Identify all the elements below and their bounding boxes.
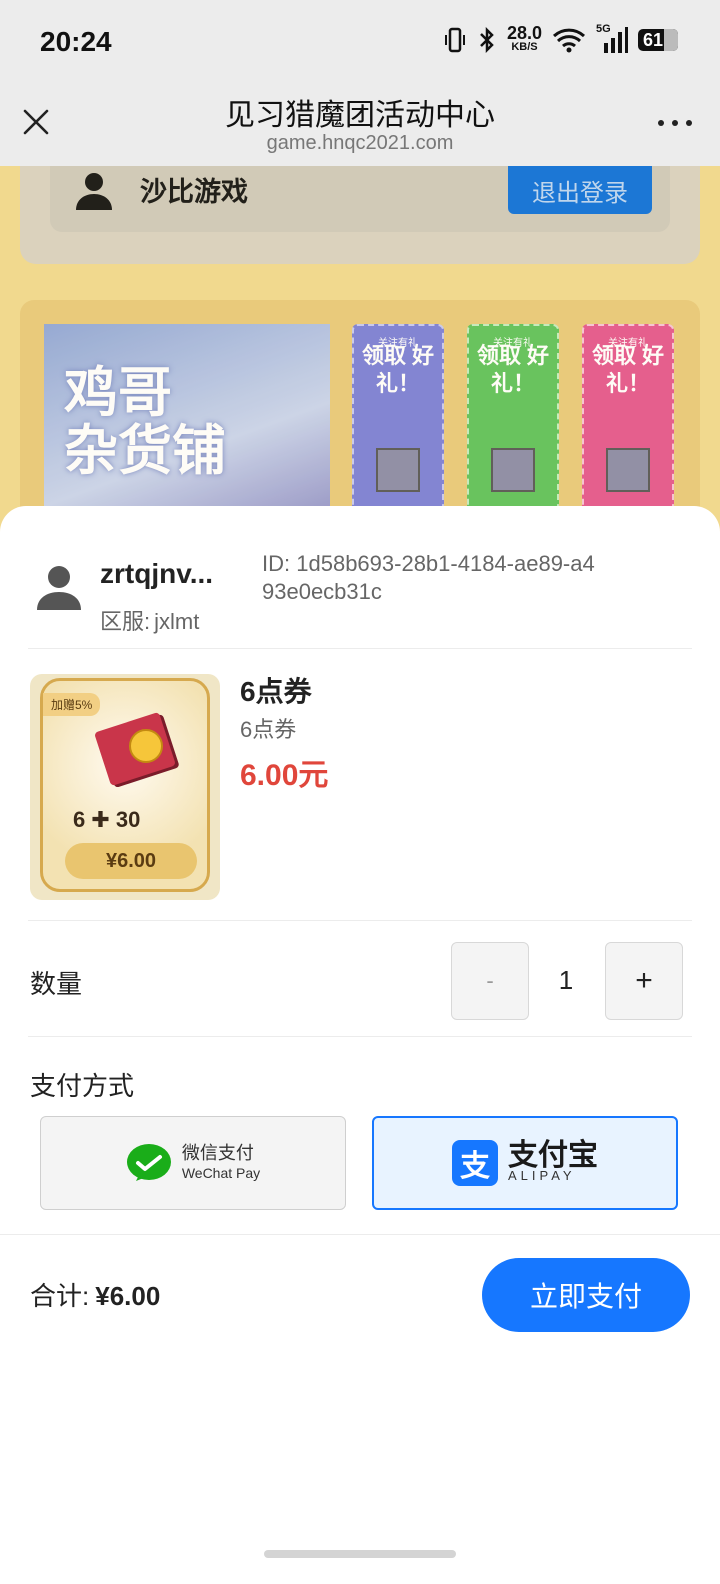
product-combo-text: 6 ✚ 30 xyxy=(73,807,141,832)
quantity-decrement-button[interactable]: - xyxy=(451,942,529,1020)
status-time: 20:24 xyxy=(40,26,112,57)
total-amount: ¥6.00 xyxy=(95,1281,161,1311)
server-info: 区服: jxlmt xyxy=(100,604,199,636)
bluetooth-icon xyxy=(480,27,494,53)
background-page: 沙比游戏 退出登录 鸡哥 杂货铺 关注有礼 领取 好礼！ 关注有礼 领取 好礼！… xyxy=(0,166,720,530)
gift-card-2[interactable]: 关注有礼 领取 好礼！ xyxy=(467,324,559,518)
divider xyxy=(28,920,692,921)
status-icons: 28.0 KB/S 5G 61 xyxy=(443,23,678,54)
divider xyxy=(28,1036,692,1037)
user-id-label: ID: xyxy=(262,551,291,576)
page-title: 见习猎魔团活动中心 xyxy=(225,99,495,132)
alipay-label: 支付宝 xyxy=(508,1139,598,1172)
wechat-pay-label: 微信支付 xyxy=(181,1143,254,1163)
wechat-logo-icon xyxy=(126,1144,171,1181)
server-label: 区服: xyxy=(100,609,151,634)
gift-card-3[interactable]: 关注有礼 领取 好礼！ xyxy=(582,324,674,518)
server-value: jxlmt xyxy=(154,609,200,634)
wifi-icon xyxy=(552,28,586,53)
gift-card-text: 领取 好礼！ xyxy=(361,343,435,396)
product-image: 加赠5% 6 ✚ 30 ¥6.00 xyxy=(30,674,220,900)
home-indicator[interactable] xyxy=(264,1550,456,1558)
avatar-icon xyxy=(37,566,81,610)
page-url: game.hnqc2021.com xyxy=(266,132,454,154)
gift-box-icon xyxy=(606,448,650,492)
wechat-pay-label-en: WeChat Pay xyxy=(181,1165,261,1181)
total-summary: 合计: ¥6.00 xyxy=(30,1276,160,1313)
alipay-label-en: ALIPAY xyxy=(508,1168,576,1183)
user-name: zrtqjnv... xyxy=(100,558,214,589)
gift-card-1[interactable]: 关注有礼 领取 好礼！ xyxy=(352,324,444,518)
coin-icon xyxy=(129,729,163,763)
divider xyxy=(28,648,692,649)
gift-card-text: 领取 好礼！ xyxy=(476,343,550,396)
divider xyxy=(0,1234,720,1235)
net-speed-unit: KB/S xyxy=(511,41,538,53)
product-name: 6点券 xyxy=(240,676,312,707)
bg-username: 沙比游戏 xyxy=(140,177,248,207)
net-speed: 28.0 KB/S xyxy=(506,23,542,54)
battery-level: 61 xyxy=(643,30,664,50)
bonus-tag: 加赠5% xyxy=(43,693,101,716)
alipay-logo-icon: 支 xyxy=(452,1140,498,1186)
pay-now-button[interactable]: 立即支付 xyxy=(482,1258,690,1332)
gift-card-text: 领取 好礼！ xyxy=(591,343,665,396)
banner-title-line1: 鸡哥 xyxy=(64,363,172,423)
more-menu-icon[interactable] xyxy=(658,120,692,126)
shop-banner[interactable]: 鸡哥 杂货铺 xyxy=(44,324,330,524)
gift-box-icon xyxy=(491,448,535,492)
webview-title-bar: 见习猎魔团活动中心 game.hnqc2021.com xyxy=(0,84,720,166)
user-id: ID: 1d58b693-28b1-4184-ae89-a493e0ecb31c xyxy=(262,550,602,606)
gift-box-icon xyxy=(376,448,420,492)
user-id-value: 1d58b693-28b1-4184-ae89-a493e0ecb31c xyxy=(262,551,595,604)
banner-title-line2: 杂货铺 xyxy=(64,421,226,481)
cellular-signal-icon: 5G xyxy=(596,23,628,53)
product-price: 6.00元 xyxy=(240,759,329,792)
net-speed-value: 28.0 xyxy=(506,23,542,43)
user-icon xyxy=(76,173,112,210)
battery-icon: 61 xyxy=(638,29,678,51)
vibrate-icon xyxy=(444,27,465,53)
status-bar: 20:24 28.0 KB/S 5G 61 xyxy=(0,0,720,84)
product-subtitle: 6点券 xyxy=(240,717,297,742)
payment-sheet: zrtqjnv... 区服: jxlmt ID: 1d58b693-28b1-41… xyxy=(0,506,720,1584)
total-label: 合计: xyxy=(30,1281,90,1311)
product-price-pill: ¥6.00 xyxy=(65,843,197,879)
quantity-label: 数量 xyxy=(30,969,83,999)
logout-button[interactable]: 退出登录 xyxy=(508,166,652,214)
alipay-option[interactable]: 支 支付宝 ALIPAY xyxy=(372,1116,678,1210)
wechat-pay-option[interactable]: 微信支付 WeChat Pay xyxy=(40,1116,346,1210)
quantity-value[interactable]: 1 xyxy=(528,942,604,1018)
quantity-increment-button[interactable]: + xyxy=(605,942,683,1020)
payment-method-label: 支付方式 xyxy=(30,1071,135,1101)
